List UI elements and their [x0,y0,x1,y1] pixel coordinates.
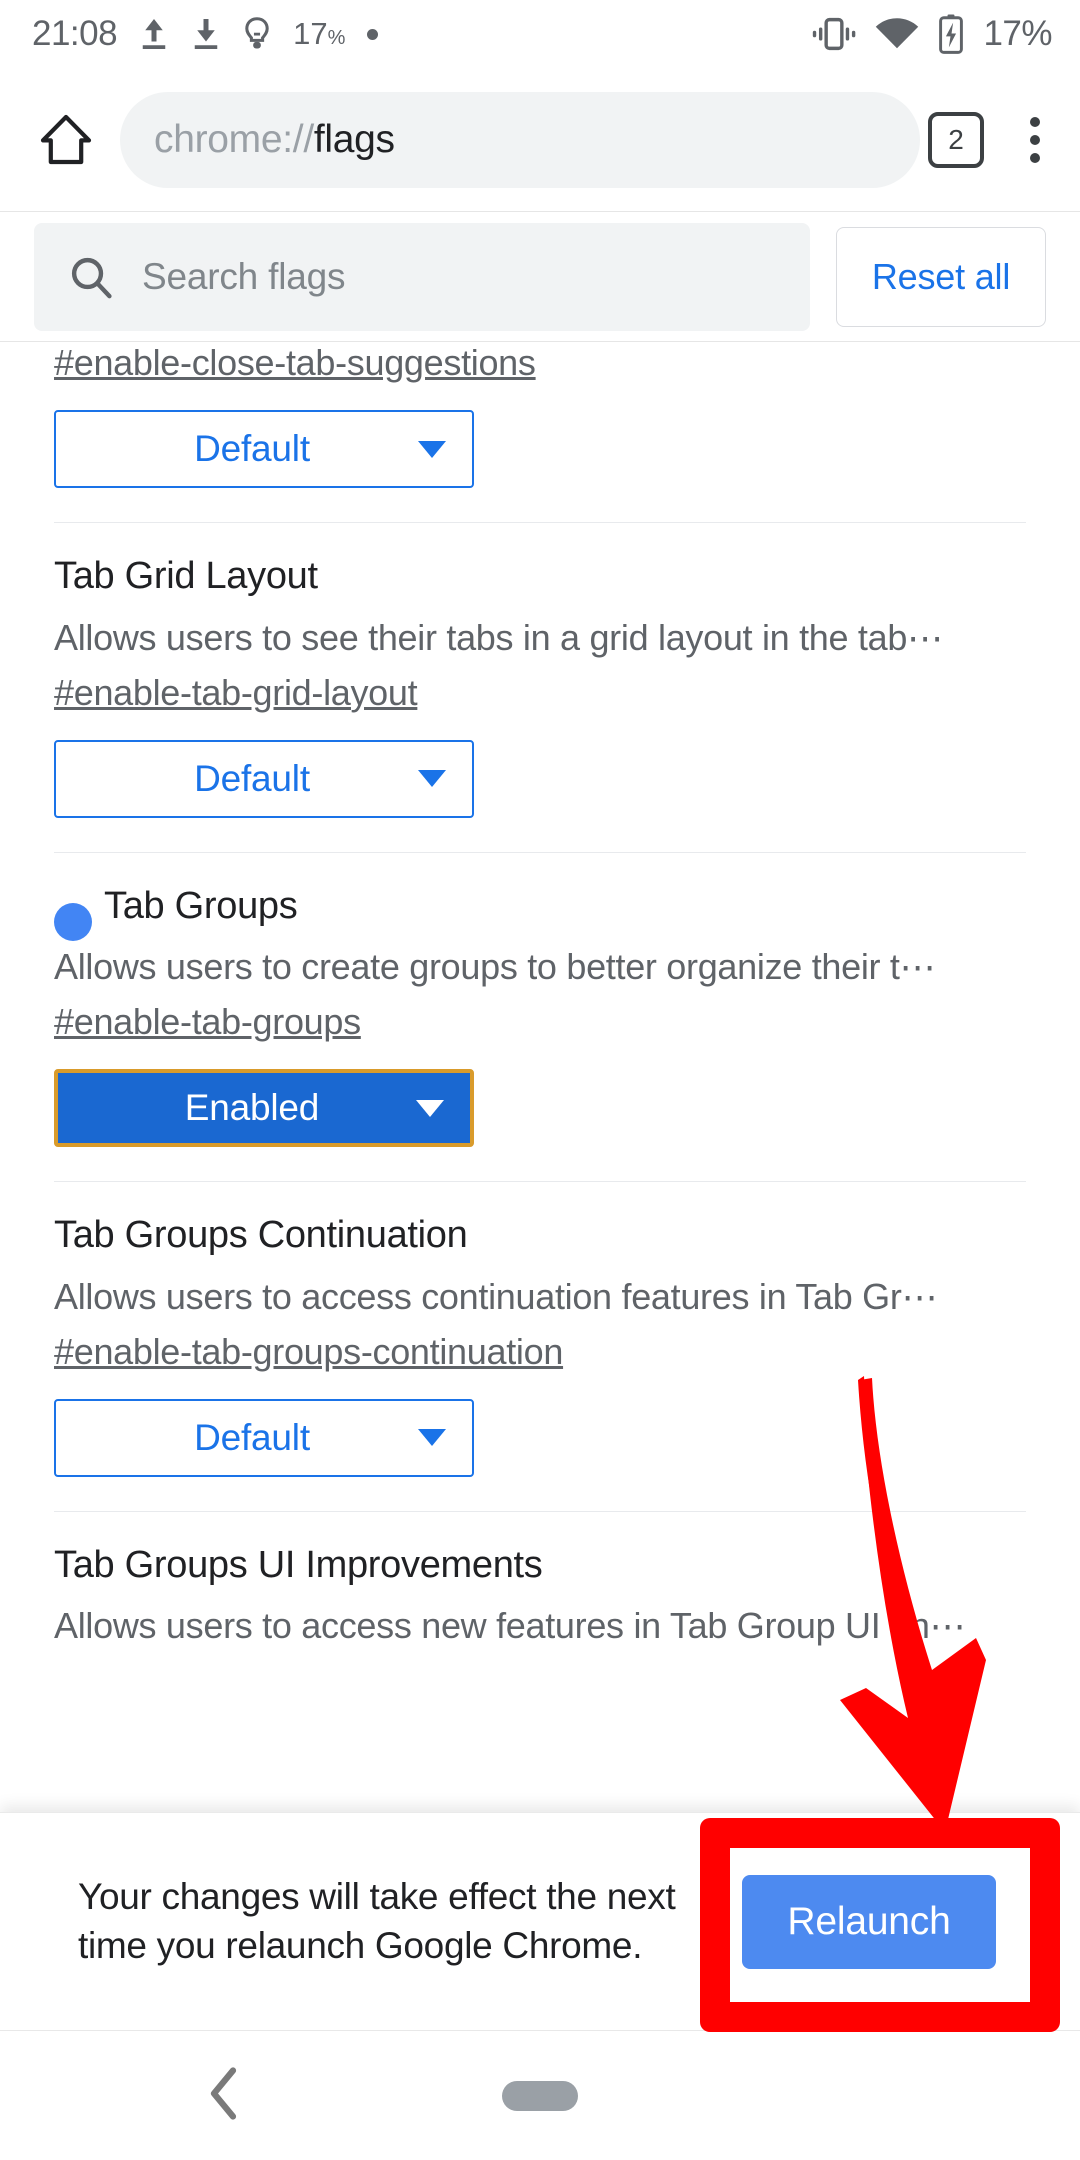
wifi-icon [875,17,919,51]
flag-modified-dot-icon [54,903,92,941]
search-input[interactable]: Search flags [34,223,810,331]
flag-state-dropdown[interactable]: Default [54,740,474,818]
flag-state-dropdown[interactable]: Default [54,1399,474,1477]
url-scheme: chrome:// [154,118,314,161]
url-text: chrome://flags [154,118,395,162]
flag-title: Tab Groups Continuation [54,1212,1026,1260]
url-bar[interactable]: chrome://flags [120,92,920,188]
flag-entry: Tab Groups UI Improvements Allows users t… [0,1512,1080,1695]
flag-entry-inner: Tab Groups Continuation Allows users to a… [54,1182,1026,1512]
home-button[interactable] [18,112,114,168]
home-icon [38,112,94,168]
status-bar-left: 21:08 17% [32,14,378,54]
url-path: flags [314,118,395,161]
flags-search-row: Search flags Reset all [0,213,1080,341]
flag-entry-inner: Tab Groups Allows users to create groups … [54,853,1026,1183]
flag-description: Allows users to access new features in T… [54,1603,1026,1648]
relaunch-message: Your changes will take effect the next t… [78,1873,718,1971]
chevron-down-icon [418,1429,446,1446]
flag-description: Allows users to create groups to better … [54,944,1026,989]
flag-state-value: Default [56,428,418,470]
flag-id-link[interactable]: #enable-close-tab-suggestions [54,342,536,384]
browser-toolbar: chrome://flags 2 [0,68,1080,212]
search-icon [68,254,114,300]
status-clock: 21:08 [32,14,117,54]
home-pill-icon[interactable] [502,2081,578,2111]
flag-state-dropdown[interactable]: Default [54,410,474,488]
flag-id-row: #enable-tab-groups [54,1001,1026,1069]
tab-switcher-button[interactable]: 2 [928,112,984,168]
flag-id-row: #enable-close-tab-suggestions [54,342,1026,410]
battery-percent: 17% [983,14,1052,54]
flag-title: Tab Groups UI Improvements [54,1542,1026,1590]
flag-id-row: #enable-tab-groups-continuation [54,1331,1026,1399]
battery-charging-icon [937,14,965,54]
flag-id-row: #enable-tab-grid-layout [54,672,1026,740]
upload-arrow-icon [139,16,169,52]
flag-state-dropdown[interactable]: Enabled [54,1069,474,1147]
flags-list[interactable]: #enable-close-tab-suggestionsDefaultTab … [0,342,1080,1810]
vibrate-icon [811,17,857,51]
system-navigation-bar [0,2030,1080,2160]
flag-description: Allows users to access continuation feat… [54,1274,1026,1319]
flag-entry-inner: Tab Groups UI Improvements Allows users t… [54,1512,1026,1695]
search-placeholder: Search flags [142,256,345,298]
dot-icon [367,29,378,40]
flag-title: Tab Grid Layout [54,553,1026,601]
flag-description: Allows users to see their tabs in a grid… [54,615,1026,660]
flag-state-value: Default [56,758,418,800]
flag-entry: #enable-close-tab-suggestions Default [0,342,1080,523]
lightbulb-icon [243,16,271,52]
status-bar: 21:08 17% [0,0,1080,68]
flag-state-value: Enabled [58,1087,416,1129]
flag-title-text: Tab Groups [104,885,297,927]
flag-entry-inner: Tab Grid Layout Allows users to see their… [54,523,1026,853]
chevron-down-icon [418,770,446,787]
phone-screen: 21:08 17% [0,0,1080,2160]
flag-entry-inner: #enable-close-tab-suggestions Default [54,342,1026,523]
flag-id-link[interactable]: #enable-tab-groups-continuation [54,1331,563,1373]
flag-title: Tab Groups [54,883,1026,931]
flag-id-link[interactable]: #enable-tab-grid-layout [54,672,417,714]
status-bar-right: 17% [811,14,1052,54]
relaunch-button[interactable]: Relaunch [742,1875,996,1969]
chevron-down-icon [418,441,446,458]
flag-entry: Tab Groups Allows users to create groups … [0,853,1080,1183]
flag-entry: Tab Grid Layout Allows users to see their… [0,523,1080,853]
flag-state-value: Default [56,1417,418,1459]
relaunch-bar: Your changes will take effect the next t… [0,1812,1080,2030]
flag-id-link[interactable]: #enable-tab-groups [54,1001,361,1043]
download-arrow-icon [191,16,221,52]
back-chevron-icon[interactable] [205,2064,243,2127]
overflow-menu-icon[interactable] [990,117,1080,163]
flag-entry: Tab Groups Continuation Allows users to a… [0,1182,1080,1512]
reset-all-button[interactable]: Reset all [836,227,1046,327]
chevron-down-icon [416,1100,444,1117]
data-percent: 17% [293,16,345,52]
